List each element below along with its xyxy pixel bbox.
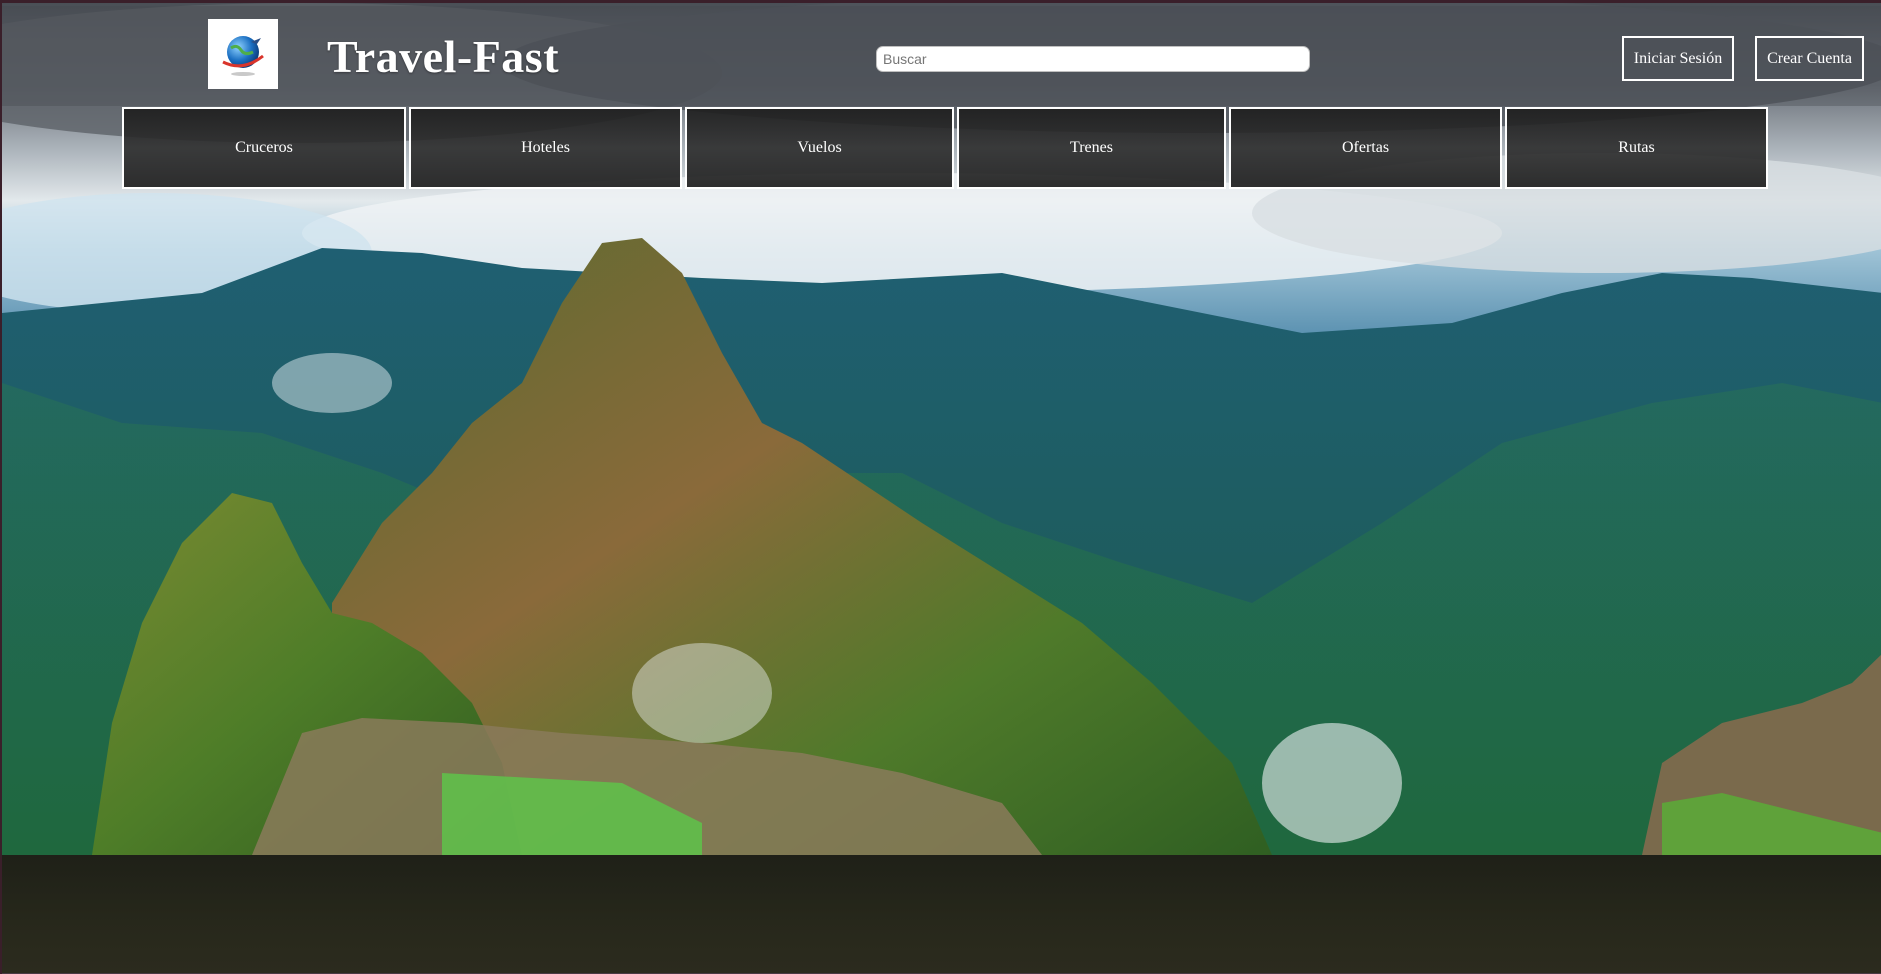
main-nav: Cruceros Hoteles Vuelos Trenes Ofertas R… — [122, 107, 1768, 189]
nav-item-ofertas[interactable]: Ofertas — [1229, 107, 1502, 189]
page: Travel-Fast Iniciar Sesión Crear Cuenta … — [0, 0, 1881, 974]
footer-dark-band — [2, 855, 1881, 974]
brand-logo[interactable] — [208, 19, 278, 89]
login-button[interactable]: Iniciar Sesión — [1622, 36, 1734, 81]
site-header: Travel-Fast Iniciar Sesión Crear Cuenta — [2, 6, 1881, 106]
nav-item-hoteles[interactable]: Hoteles — [409, 107, 682, 189]
brand-name[interactable]: Travel-Fast — [327, 30, 559, 83]
search-input[interactable] — [876, 46, 1310, 72]
nav-item-rutas[interactable]: Rutas — [1505, 107, 1768, 189]
nav-item-cruceros[interactable]: Cruceros — [122, 107, 406, 189]
nav-item-vuelos[interactable]: Vuelos — [685, 107, 954, 189]
globe-airplane-icon — [222, 36, 264, 76]
nav-item-trenes[interactable]: Trenes — [957, 107, 1226, 189]
signup-button[interactable]: Crear Cuenta — [1755, 36, 1864, 81]
